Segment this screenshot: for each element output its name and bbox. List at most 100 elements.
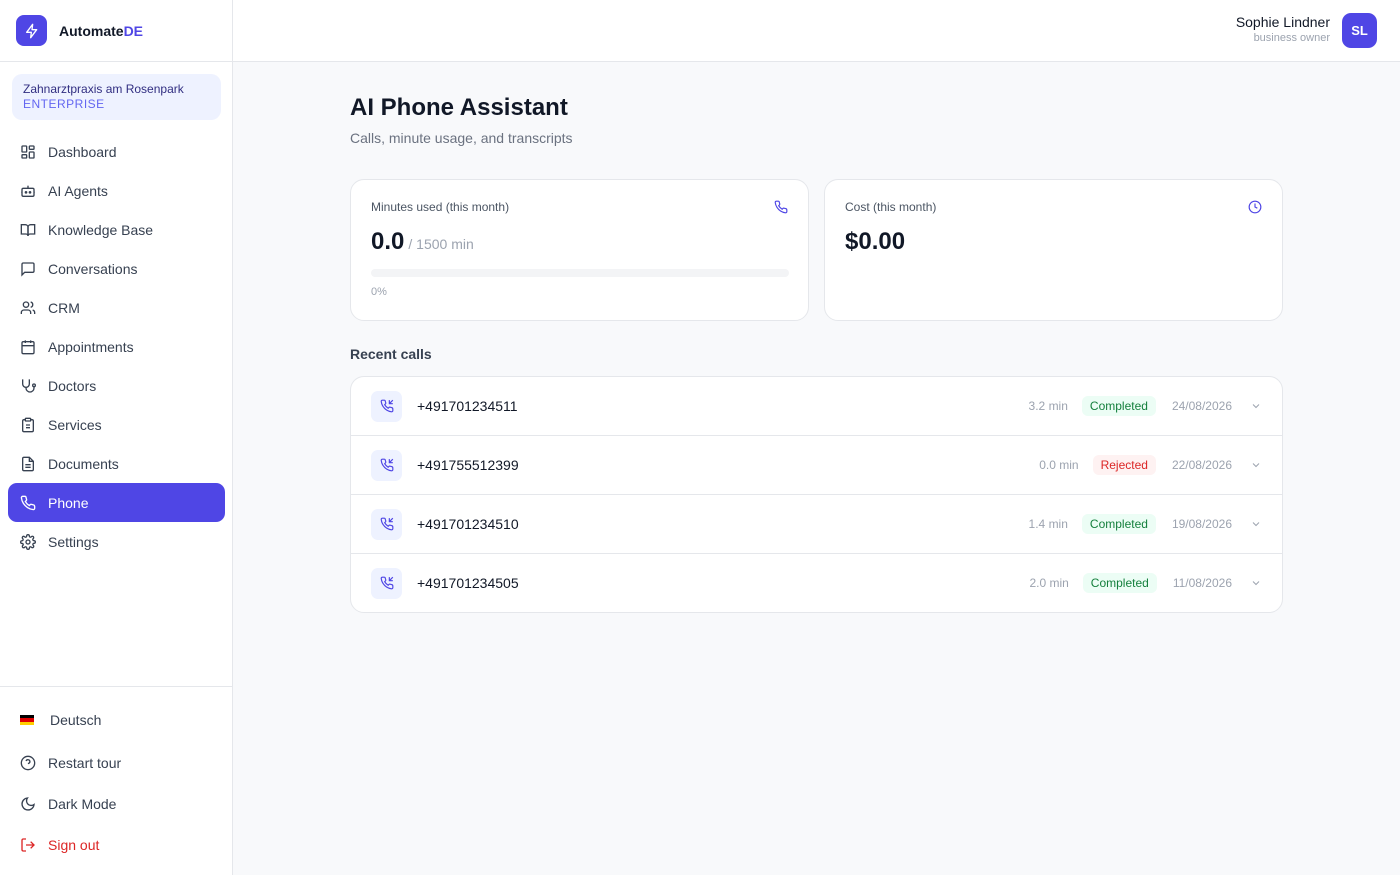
users-icon [20, 300, 36, 314]
recent-calls-title: Recent calls [350, 346, 432, 362]
logout-icon [21, 838, 35, 852]
sidebar-item-services[interactable]: Services [8, 405, 225, 444]
status-badge: Completed [1081, 514, 1156, 534]
language-label: Deutsch [50, 712, 102, 728]
sidebar-item-label: Appointments [48, 338, 134, 355]
help-circle-icon [20, 755, 36, 771]
call-row[interactable]: +491755512399 0.0 min Rejected 22/08/202… [351, 436, 1282, 495]
chevron-down-icon[interactable] [1250, 459, 1262, 471]
sidebar-item-doctors[interactable]: Doctors [8, 366, 225, 405]
call-date: 22/08/2026 [1171, 458, 1232, 472]
minutes-progress-bar [371, 269, 789, 277]
call-row[interactable]: +491701234505 2.0 min Completed 11/08/20… [351, 554, 1282, 612]
phone-icon [774, 200, 788, 214]
sidebar-item-settings[interactable]: Settings [8, 522, 225, 561]
call-number: +491755512399 [417, 457, 519, 473]
status-badge: Rejected [1092, 455, 1156, 475]
minutes-card-label: Minutes used (this month) [371, 200, 510, 214]
bot-icon [21, 185, 35, 197]
lightning-logo-icon [16, 15, 47, 46]
sidebar-item-ai-agents[interactable]: AI Agents [8, 171, 225, 210]
call-number: +491701234505 [417, 575, 519, 591]
minutes-used-value: 0.0/ 1500 min [371, 228, 474, 255]
organization-card[interactable]: Zahnarztpraxis am Rosenpark ENTERPRISE [12, 74, 221, 120]
stethoscope-icon [22, 378, 36, 393]
sidebar-item-label: Services [48, 416, 102, 433]
call-row[interactable]: +491701234511 3.2 min Completed 24/08/20… [351, 377, 1282, 436]
sign-out-label: Sign out [48, 837, 100, 853]
sidebar-item-label: Conversations [48, 260, 138, 277]
recent-calls-list: +491701234511 3.2 min Completed 24/08/20… [350, 376, 1283, 613]
incoming-call-icon [371, 508, 402, 540]
page-subtitle: Calls, minute usage, and transcripts [350, 130, 573, 146]
sidebar-item-label: Knowledge Base [48, 221, 154, 238]
sidebar-footer: Deutsch Restart tour Dark Mode Sign out [0, 686, 232, 853]
book-icon [20, 223, 36, 236]
sidebar-item-dashboard[interactable]: Dashboard [8, 132, 225, 171]
incoming-call-icon [371, 390, 402, 422]
user-name: Sophie Lindner [1235, 14, 1330, 30]
sidebar-item-label: Documents [48, 455, 119, 472]
sidebar-item-label: Settings [48, 533, 99, 550]
calendar-icon [21, 339, 35, 354]
moon-icon [21, 797, 35, 811]
incoming-call-icon [371, 567, 402, 599]
chevron-down-icon[interactable] [1250, 400, 1262, 412]
call-date: 19/08/2026 [1171, 517, 1232, 531]
call-row[interactable]: +491701234510 1.4 min Completed 19/08/20… [351, 495, 1282, 554]
dark-mode-toggle[interactable]: Dark Mode [20, 796, 116, 812]
organization-name: Zahnarztpraxis am Rosenpark [23, 82, 184, 96]
clock-icon [1248, 200, 1262, 214]
sidebar-item-crm[interactable]: CRM [8, 288, 225, 327]
call-number: +491701234511 [417, 398, 518, 414]
dashboard-icon [21, 144, 35, 159]
clipboard-icon [22, 417, 34, 432]
minutes-used-card: Minutes used (this month) 0.0/ 1500 min … [350, 179, 809, 321]
sidebar-nav: Dashboard AI Agents Knowledge Base Conve… [8, 132, 225, 561]
minutes-progress-percent: 0% [371, 286, 387, 298]
sidebar-item-label: AI Agents [48, 182, 108, 199]
call-date: 24/08/2026 [1171, 399, 1232, 413]
call-number: +491701234510 [417, 516, 519, 532]
cost-card: Cost (this month) $0.00 [824, 179, 1283, 321]
call-duration: 1.4 min [1028, 517, 1068, 531]
restart-tour-button[interactable]: Restart tour [20, 755, 121, 771]
gear-icon [20, 533, 36, 550]
call-duration: 0.0 min [1039, 458, 1079, 472]
restart-tour-label: Restart tour [48, 755, 122, 771]
chevron-down-icon[interactable] [1250, 518, 1262, 530]
sidebar-item-label: Dashboard [48, 143, 117, 160]
sidebar-item-label: CRM [48, 299, 80, 316]
avatar[interactable]: SL [1342, 13, 1377, 48]
call-duration: 2.0 min [1029, 576, 1069, 590]
sidebar-item-conversations[interactable]: Conversations [8, 249, 225, 288]
dark-mode-label: Dark Mode [48, 796, 117, 812]
organization-plan: ENTERPRISE [23, 97, 105, 111]
sidebar-item-appointments[interactable]: Appointments [8, 327, 225, 366]
cost-value: $0.00 [845, 228, 906, 255]
phone-icon [20, 495, 36, 510]
sign-out-button[interactable]: Sign out [20, 837, 99, 853]
status-badge: Completed [1081, 396, 1156, 416]
sidebar: AutomateDE Zahnarztpraxis am Rosenpark E… [0, 0, 233, 875]
sidebar-item-label: Doctors [48, 377, 97, 394]
sidebar-item-documents[interactable]: Documents [8, 444, 225, 483]
sidebar-item-label: Phone [48, 494, 89, 511]
chevron-down-icon[interactable] [1250, 577, 1262, 589]
language-switcher[interactable]: Deutsch [20, 712, 101, 728]
user-role: business owner [1253, 32, 1330, 44]
sidebar-item-phone[interactable]: Phone [8, 483, 225, 522]
brand[interactable]: AutomateDE [0, 0, 232, 62]
status-badge: Completed [1082, 573, 1157, 593]
sidebar-item-knowledge-base[interactable]: Knowledge Base [8, 210, 225, 249]
brand-name: AutomateDE [59, 22, 144, 39]
minutes-limit: / 1500 min [408, 236, 474, 252]
page-title: AI Phone Assistant [350, 94, 568, 121]
chat-icon [21, 261, 35, 277]
user-info[interactable]: Sophie Lindner business owner [1236, 14, 1330, 45]
incoming-call-icon [371, 449, 402, 481]
call-date: 11/08/2026 [1172, 576, 1232, 590]
top-bar: Sophie Lindner business owner SL [233, 0, 1400, 62]
german-flag-icon [20, 715, 34, 725]
call-duration: 3.2 min [1028, 399, 1068, 413]
